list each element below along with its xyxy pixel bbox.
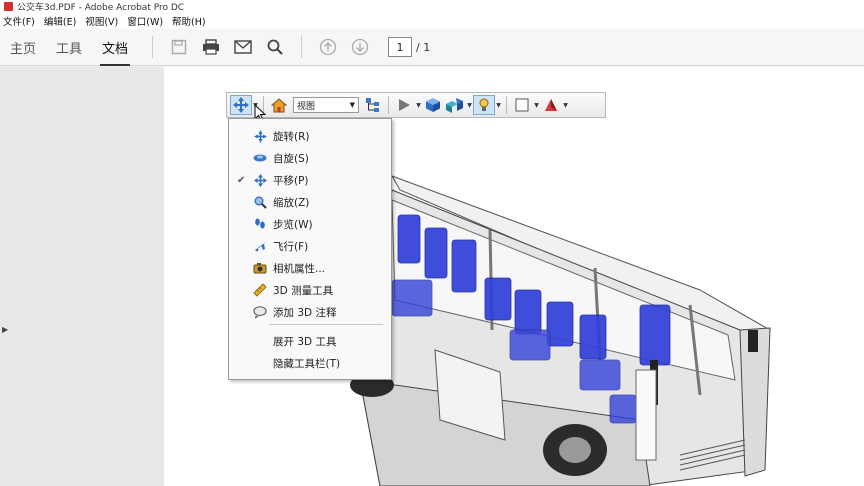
walk-icon bbox=[253, 217, 267, 231]
tab-document[interactable]: 文档 bbox=[92, 29, 138, 66]
render-mode-button[interactable] bbox=[444, 95, 466, 115]
menu-item-hide-toolbar[interactable]: 隐藏工具栏(T) bbox=[229, 353, 391, 373]
fly-icon bbox=[253, 239, 267, 253]
pan-tool-button[interactable] bbox=[230, 95, 252, 115]
page-up-icon[interactable] bbox=[318, 37, 338, 57]
chevron-down-icon[interactable]: ▼ bbox=[562, 95, 569, 115]
menu-divider bbox=[269, 324, 383, 325]
save-icon[interactable] bbox=[169, 37, 189, 57]
model-tree-button[interactable] bbox=[362, 95, 384, 115]
chevron-down-icon[interactable]: ▼ bbox=[533, 95, 540, 115]
email-icon[interactable] bbox=[233, 37, 253, 57]
search-icon[interactable] bbox=[265, 37, 285, 57]
cross-section-icon bbox=[545, 99, 557, 111]
print-icon[interactable] bbox=[201, 37, 221, 57]
menu-window[interactable]: 窗口(W) bbox=[127, 14, 163, 28]
menu-help[interactable]: 帮助(H) bbox=[172, 14, 206, 28]
page-total: / 1 bbox=[416, 40, 431, 54]
pan-icon bbox=[253, 173, 267, 187]
toolbar-divider bbox=[388, 96, 389, 114]
page-down-icon[interactable] bbox=[350, 37, 370, 57]
play-icon bbox=[399, 99, 410, 111]
menu-view[interactable]: 视图(V) bbox=[85, 14, 118, 28]
menu-item-zoom[interactable]: 缩放(Z) bbox=[229, 192, 391, 212]
expand-panel-icon[interactable]: ▶ bbox=[2, 325, 8, 334]
comment-icon bbox=[253, 305, 267, 319]
toolbar-divider bbox=[506, 96, 507, 114]
tab-tools[interactable]: 工具 bbox=[46, 29, 92, 66]
chevron-down-icon[interactable]: ▼ bbox=[466, 95, 473, 115]
chevron-down-icon[interactable]: ▼ bbox=[415, 95, 422, 115]
menu-item-fly[interactable]: 飞行(F) bbox=[229, 236, 391, 256]
background-color-button[interactable] bbox=[511, 95, 533, 115]
left-panel: ▶ bbox=[0, 67, 164, 486]
menu-item-walk[interactable]: 步览(W) bbox=[229, 214, 391, 234]
toolbar-3d: ▼ 视图 ▼ ▼ ▼ ▼ ▼ ▼ bbox=[226, 92, 606, 118]
render-mode-icon bbox=[446, 98, 463, 113]
window-title: 公交车3d.PDF - Adobe Acrobat Pro DC bbox=[17, 2, 185, 13]
tab-home[interactable]: 主页 bbox=[0, 29, 46, 66]
toolbar-divider bbox=[301, 36, 303, 58]
menu-item-camera-properties[interactable]: 相机属性... bbox=[229, 258, 391, 278]
camera-icon bbox=[253, 261, 267, 275]
view-select-value: 视图 bbox=[297, 101, 316, 112]
toolbar-divider bbox=[152, 36, 154, 58]
page-number-input[interactable]: 1 bbox=[388, 37, 413, 57]
menu-edit[interactable]: 编辑(E) bbox=[44, 14, 76, 28]
menu-bar: 文件(F) 编辑(E) 视图(V) 窗口(W) 帮助(H) bbox=[0, 12, 864, 29]
acrobat-icon bbox=[4, 1, 13, 11]
menu-item-spin[interactable]: 自旋(S) bbox=[229, 148, 391, 168]
spin-icon bbox=[253, 151, 267, 165]
chevron-down-icon: ▼ bbox=[349, 101, 355, 109]
tool-dropdown-menu: 旋转(R) 自旋(S) ✔ 平移(P) 缩放(Z) 步览(W) 飞行(F) 相机… bbox=[228, 118, 392, 380]
menu-item-rotate[interactable]: 旋转(R) bbox=[229, 126, 391, 146]
checkmark-icon: ✔ bbox=[237, 174, 246, 186]
lighting-icon bbox=[479, 98, 489, 111]
home-icon bbox=[271, 97, 287, 112]
pan-icon bbox=[233, 97, 249, 113]
chevron-down-icon[interactable]: ▼ bbox=[495, 95, 502, 115]
background-color-icon bbox=[515, 98, 529, 112]
menu-item-3d-measure[interactable]: 3D 测量工具 bbox=[229, 280, 391, 300]
play-animation-button[interactable] bbox=[393, 95, 415, 115]
menu-file[interactable]: 文件(F) bbox=[3, 14, 35, 28]
home-view-button[interactable] bbox=[268, 95, 290, 115]
projection-button[interactable] bbox=[422, 95, 444, 115]
cube-icon bbox=[426, 98, 440, 112]
title-bar: 公交车3d.PDF - Adobe Acrobat Pro DC bbox=[0, 0, 864, 12]
cross-section-button[interactable] bbox=[540, 95, 562, 115]
ruler-icon bbox=[253, 283, 267, 297]
lighting-button[interactable] bbox=[473, 95, 495, 115]
menu-item-expand-3d-tools[interactable]: 展开 3D 工具 bbox=[229, 331, 391, 351]
zoom-icon bbox=[253, 195, 267, 209]
model-tree-icon bbox=[366, 98, 379, 112]
view-select[interactable]: 视图 ▼ bbox=[293, 97, 359, 113]
rotate-icon bbox=[253, 129, 267, 143]
menu-item-pan[interactable]: ✔ 平移(P) bbox=[229, 170, 391, 190]
main-toolbar: 主页 工具 文档 1 / 1 bbox=[0, 29, 864, 66]
menu-item-add-3d-comment[interactable]: 添加 3D 注释 bbox=[229, 302, 391, 322]
